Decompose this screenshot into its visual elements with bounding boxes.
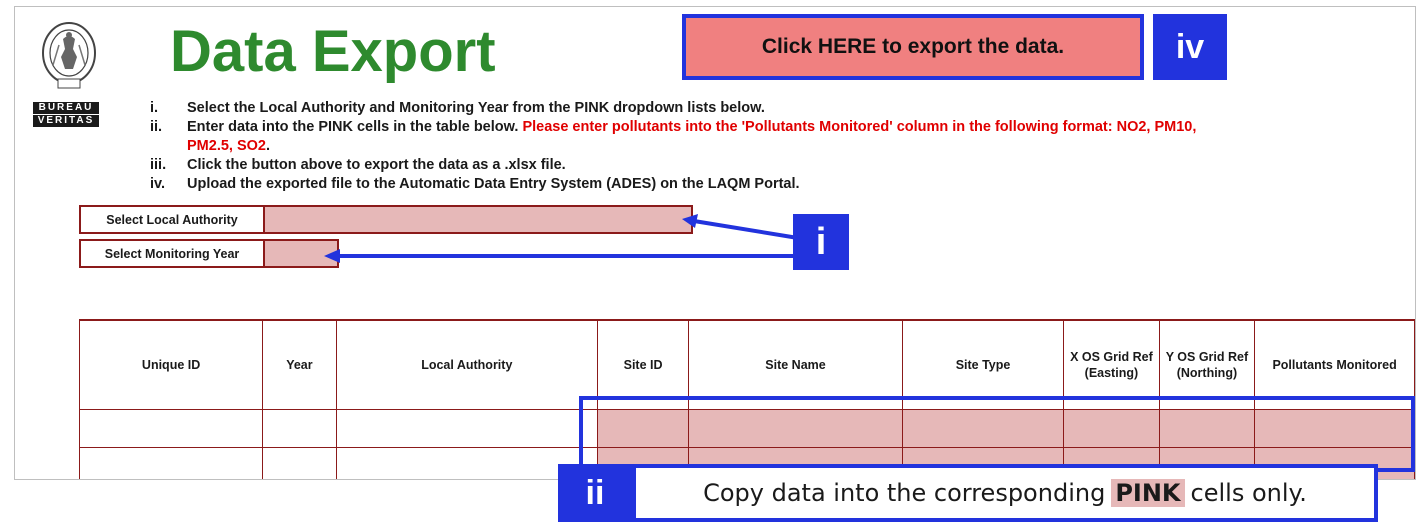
cell-year[interactable] <box>262 447 337 479</box>
column-header-site-id: Site ID <box>596 319 690 410</box>
data-table: Unique ID Year Local Authority Site ID S… <box>78 319 1415 479</box>
copy-data-note: Copy data into the corresponding PINK ce… <box>632 464 1378 522</box>
instruction-end: . <box>265 138 271 154</box>
cell-y-grid-ref[interactable] <box>1158 409 1256 448</box>
cell-year[interactable] <box>262 409 337 448</box>
cell-local-authority[interactable] <box>335 409 599 448</box>
arrow-to-local-authority-icon <box>682 214 799 240</box>
annotation-tag-i: i <box>793 214 849 270</box>
instruction-text: Select the Local Authority and Monitorin… <box>187 100 765 116</box>
instruction-text: Upload the exported file to the Automati… <box>187 176 800 192</box>
column-header-site-name: Site Name <box>688 319 903 410</box>
export-data-button[interactable]: Click HERE to export the data. <box>682 14 1144 80</box>
instruction-item: i. Select the Local Authority and Monito… <box>150 99 1230 118</box>
instruction-item: ii. Enter data into the PINK cells in th… <box>150 118 1230 156</box>
bureau-veritas-logo: BUREAU VERITAS <box>33 21 109 128</box>
cell-x-grid-ref[interactable] <box>1063 409 1160 448</box>
column-header-pollutants: Pollutants Monitored <box>1254 319 1415 410</box>
column-header-local-authority: Local Authority <box>335 319 599 410</box>
note-highlight: PINK <box>1111 479 1185 507</box>
column-header-y-grid-ref: Y OS Grid Ref (Northing) <box>1158 319 1256 410</box>
note-text-after: cells only. <box>1190 479 1307 507</box>
local-authority-label: Select Local Authority <box>79 205 263 234</box>
annotation-tag-iv: iv <box>1153 14 1227 80</box>
instruction-item: iii. Click the button above to export th… <box>150 156 1230 175</box>
instruction-number: iv. <box>150 176 166 192</box>
instruction-number: iii. <box>150 157 167 173</box>
column-header-unique-id: Unique ID <box>78 319 264 410</box>
instruction-number: i. <box>150 100 159 116</box>
cell-site-type[interactable] <box>901 409 1065 448</box>
bureau-veritas-seal-icon <box>42 22 96 89</box>
local-authority-selector: Select Local Authority <box>79 205 693 234</box>
column-header-x-grid-ref: X OS Grid Ref (Easting) <box>1063 319 1160 410</box>
page-title: Data Export <box>170 19 496 84</box>
cell-pollutants[interactable] <box>1254 409 1415 448</box>
logo-word-top: BUREAU <box>33 102 99 114</box>
instructions-list: i. Select the Local Authority and Monito… <box>150 99 1230 194</box>
column-header-year: Year <box>262 319 337 410</box>
instruction-text: Enter data into the PINK cells in the ta… <box>187 119 523 135</box>
logo-word-bottom: VERITAS <box>33 115 99 127</box>
column-header-site-type: Site Type <box>901 319 1065 410</box>
instruction-item: iv. Upload the exported file to the Auto… <box>150 175 1230 194</box>
local-authority-dropdown[interactable] <box>263 205 693 234</box>
table-header-row: Unique ID Year Local Authority Site ID S… <box>78 319 1415 410</box>
cell-unique-id[interactable] <box>78 447 264 479</box>
annotation-tag-ii: ii <box>558 464 632 522</box>
monitoring-year-label: Select Monitoring Year <box>79 239 263 268</box>
monitoring-year-selector: Select Monitoring Year <box>79 239 339 268</box>
instruction-number: ii. <box>150 119 163 135</box>
instruction-text: Click the button above to export the dat… <box>187 157 566 173</box>
table-row <box>78 409 1415 448</box>
cell-site-name[interactable] <box>688 409 903 448</box>
cell-site-id[interactable] <box>596 409 690 448</box>
note-text-before: Copy data into the corresponding <box>703 479 1106 507</box>
cell-unique-id[interactable] <box>78 409 264 448</box>
arrow-to-monitoring-year-icon <box>324 249 794 263</box>
